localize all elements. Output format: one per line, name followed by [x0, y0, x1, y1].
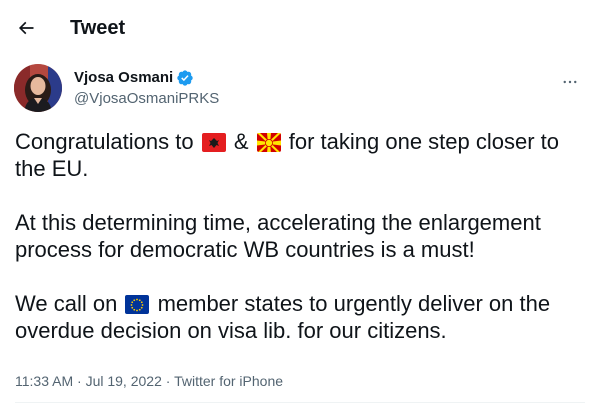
- tweet-date[interactable]: Jul 19, 2022: [86, 373, 162, 389]
- avatar[interactable]: [14, 64, 62, 112]
- back-button[interactable]: [10, 12, 42, 44]
- north-macedonia-flag-icon: [256, 132, 281, 152]
- tweet-meta: 11:33 AM · Jul 19, 2022 · Twitter for iP…: [15, 372, 283, 390]
- tweet-text-segment: &: [233, 129, 249, 154]
- eu-flag-icon: [125, 294, 150, 314]
- arrow-left-icon: [18, 21, 34, 35]
- tweet-text-segment: Congratulations to: [15, 129, 194, 154]
- verified-badge-icon: [177, 70, 193, 86]
- tweet-paragraph-2: At this determining time, accelerating t…: [15, 210, 541, 262]
- meta-separator: ·: [77, 373, 82, 389]
- tweet-author: Vjosa Osmani @VjosaOsmaniPRKS: [0, 62, 595, 118]
- more-horizontal-icon: [563, 80, 577, 84]
- albania-flag-icon: [201, 132, 226, 152]
- name-row: Vjosa Osmani: [74, 68, 194, 88]
- tweet-paragraph-1: Congratulations to & for taking one step…: [15, 128, 585, 182]
- meta-separator: ·: [165, 373, 171, 389]
- more-options-button[interactable]: [556, 68, 584, 96]
- tweet-text-segment: We call on: [15, 291, 118, 316]
- display-name[interactable]: Vjosa Osmani: [74, 68, 173, 88]
- user-handle[interactable]: @VjosaOsmaniPRKS: [74, 89, 219, 109]
- page-title: Tweet: [70, 17, 126, 39]
- tweet-text: Congratulations to & for taking one step…: [15, 128, 585, 344]
- tweet-source[interactable]: Twitter for iPhone: [174, 373, 283, 389]
- tweet-time[interactable]: 11:33 AM: [15, 373, 73, 389]
- tweet-paragraph-3: We call on member states to urgently del…: [15, 290, 585, 344]
- avatar-image: [14, 64, 62, 112]
- page-header: Tweet: [0, 0, 595, 56]
- divider: [15, 402, 585, 403]
